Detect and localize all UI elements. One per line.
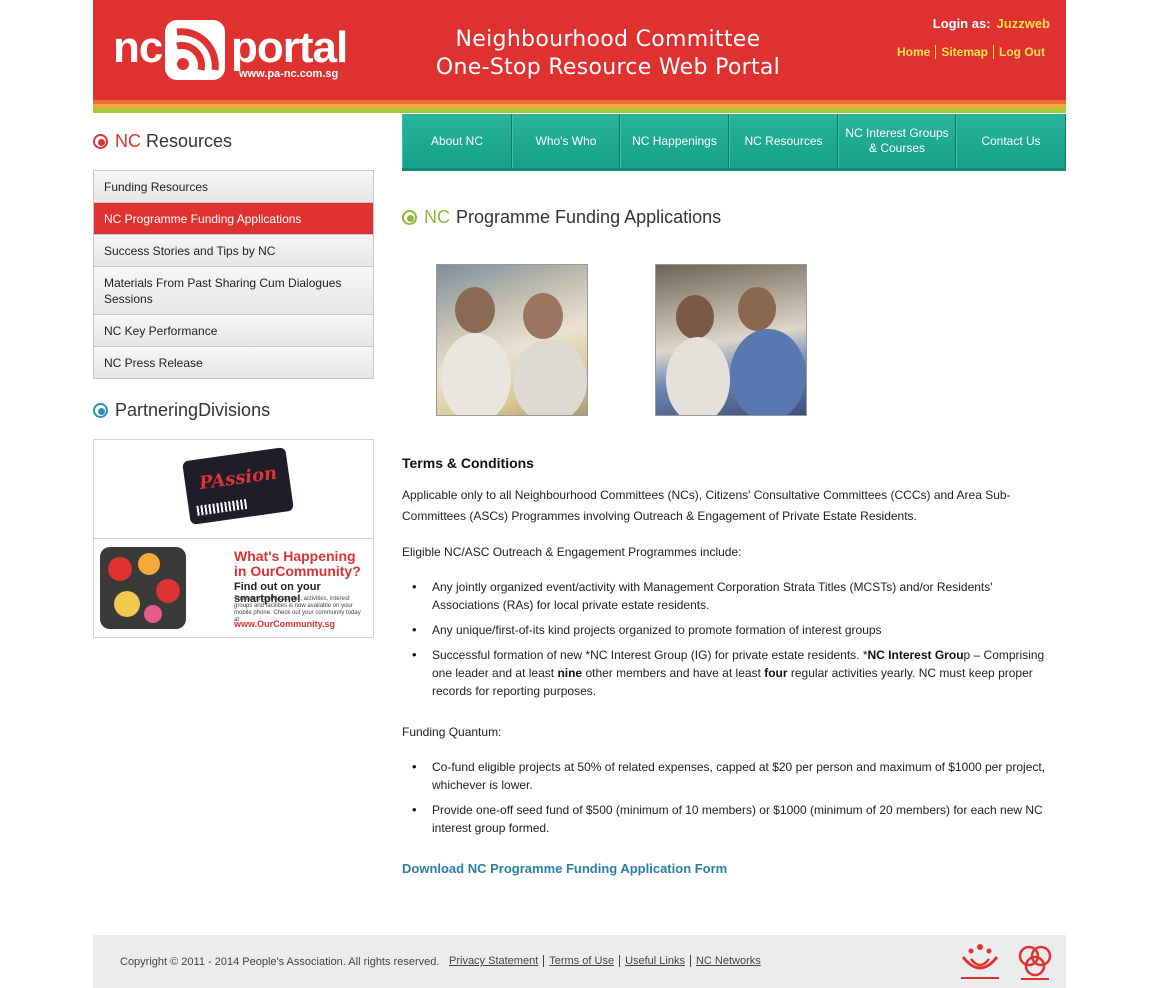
passion-card-banner[interactable]: PAssion [93, 439, 374, 538]
banner2-title: What's Happening in OurCommunity? [234, 548, 361, 579]
logo-portal-text: portal [231, 23, 348, 72]
download-form-link[interactable]: Download NC Programme Funding Applicatio… [402, 861, 727, 876]
login-status: Login as: Juzzweb [933, 16, 1050, 31]
list-item: Provide one-off seed fund of $500 (minim… [412, 801, 1052, 837]
radio-bullet-icon [402, 210, 417, 225]
funding-heading: Funding Quantum: [402, 725, 502, 739]
passion-card-image: PAssion [182, 447, 294, 525]
site-tagline: Neighbourhood Committee One-Stop Resourc… [433, 26, 783, 82]
sidebar-item-press-release[interactable]: NC Press Release [94, 346, 373, 378]
nav-nc-interest-groups[interactable]: NC Interest Groups & Courses [838, 114, 956, 168]
nc-networks-link[interactable]: NC Networks [689, 955, 766, 967]
photo-committee-members-1 [436, 264, 588, 416]
list-item: Any unique/first-of-its kind projects or… [412, 621, 1052, 639]
tagline-line-2: One-Stop Resource Web Portal [435, 55, 781, 80]
funding-list: Co-fund eligible projects at 50% of rela… [412, 758, 1052, 844]
header-stripe [93, 100, 1066, 113]
photo-committee-members-2 [655, 264, 807, 416]
site-header: nc portal www.pa-nc.com.sg Neighbourhood… [93, 0, 1066, 100]
peoples-association-logo-icon [1018, 945, 1052, 980]
sitemap-link[interactable]: Sitemap [935, 45, 994, 59]
sidebar-item-programme-funding[interactable]: NC Programme Funding Applications [94, 202, 373, 234]
logo-nc-text: nc [113, 23, 163, 72]
home-link[interactable]: Home [892, 45, 935, 59]
eligible-list: Any jointly organized event/activity wit… [412, 578, 1052, 707]
sidebar-item-funding-resources[interactable]: Funding Resources [94, 171, 373, 202]
page-title: NC Programme Funding Applications [402, 207, 721, 228]
logout-link[interactable]: Log Out [993, 45, 1050, 59]
header-links: Home Sitemap Log Out [892, 45, 1050, 59]
list-item: Any jointly organized event/activity wit… [412, 578, 1052, 614]
partner-title-highlight: Partnering [115, 400, 199, 420]
passion-card-text: PAssion [197, 462, 279, 495]
tagline-line-1: Neighbourhood Committee [455, 27, 761, 52]
partner-title-rest: Divisions [198, 400, 271, 420]
login-label: Login as: [932, 16, 991, 31]
radio-bullet-icon [93, 134, 108, 149]
eligible-heading: Eligible NC/ASC Outreach & Engagement Pr… [402, 545, 742, 559]
site-footer: Copyright © 2011 - 2014 People's Associa… [93, 935, 1066, 988]
barcode-icon [196, 499, 248, 516]
footer-links: Privacy Statement Terms of Use Useful Link… [449, 955, 766, 967]
logo-url: www.pa-nc.com.sg [239, 68, 339, 80]
nav-nc-resources[interactable]: NC Resources [729, 114, 838, 168]
page-title-rest: Programme Funding Applications [456, 207, 722, 227]
page-title-highlight: NC [424, 207, 450, 227]
neighbourhood-committee-logo-icon [961, 944, 999, 979]
sidebar-item-success-stories[interactable]: Success Stories and Tips by NC [94, 234, 373, 266]
list-item: Successful formation of new *NC Interest… [412, 646, 1052, 700]
nav-contact-us[interactable]: Contact Us [956, 114, 1066, 168]
nav-whos-who[interactable]: Who's Who [512, 114, 620, 168]
privacy-statement-link[interactable]: Privacy Statement [449, 955, 543, 967]
sidebar-title-rest: Resources [146, 131, 233, 151]
smartphone-image [100, 547, 186, 629]
nav-about-nc[interactable]: About NC [402, 114, 512, 168]
sidebar-item-materials[interactable]: Materials From Past Sharing Cum Dialogue… [94, 266, 373, 314]
useful-links-link[interactable]: Useful Links [619, 955, 690, 967]
main-nav: About NC Who's Who NC Happenings NC Reso… [402, 114, 1066, 171]
terms-of-use-link[interactable]: Terms of Use [543, 955, 620, 967]
rss-icon [165, 20, 225, 80]
radio-bullet-icon [93, 403, 108, 418]
copyright-text: Copyright © 2011 - 2014 People's Associa… [120, 956, 440, 968]
partner-title: Partnering Divisions [93, 400, 270, 421]
sidebar-item-key-performance[interactable]: NC Key Performance [94, 314, 373, 346]
terms-heading: Terms & Conditions [402, 455, 534, 471]
ourcommunity-banner[interactable]: What's Happening in OurCommunity? Find o… [93, 538, 374, 638]
terms-intro: Applicable only to all Neighbourhood Com… [402, 488, 1011, 523]
nav-nc-happenings[interactable]: NC Happenings [620, 114, 729, 168]
sidebar-title-highlight: NC [115, 131, 141, 151]
banner2-url: www.OurCommunity.sg [234, 619, 336, 629]
sidebar-title: NC Resources [93, 131, 232, 152]
sidebar-menu: Funding Resources NC Programme Funding A… [93, 170, 374, 379]
nc-portal-logo[interactable]: nc portal www.pa-nc.com.sg [113, 18, 353, 82]
login-username: Juzzweb [996, 16, 1050, 31]
list-item: Co-fund eligible projects at 50% of rela… [412, 758, 1052, 794]
